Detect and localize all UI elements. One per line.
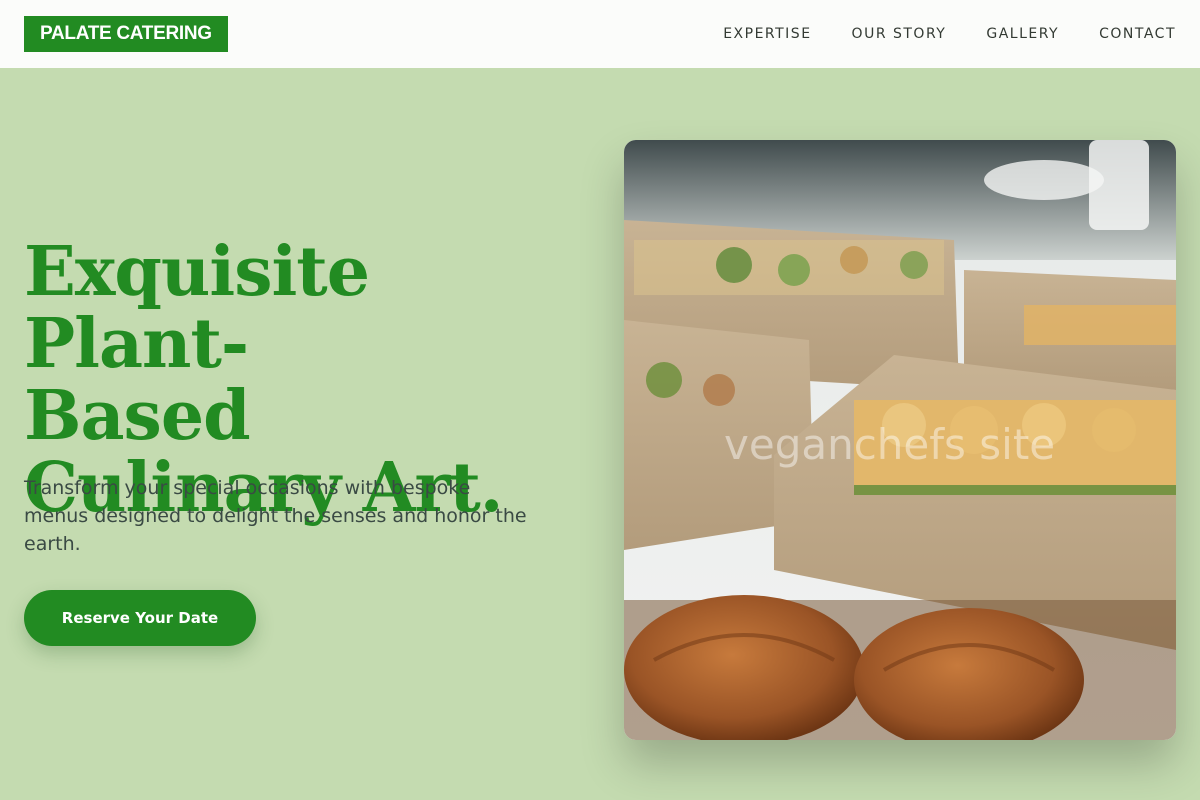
- top-navbar: PALATE CATERING EXPERTISE OUR STORY GALL…: [0, 0, 1200, 68]
- reserve-date-button[interactable]: Reserve Your Date: [24, 590, 256, 646]
- main-nav: EXPERTISE OUR STORY GALLERY CONTACT: [723, 26, 1176, 42]
- nav-link-gallery[interactable]: GALLERY: [986, 26, 1059, 42]
- hero-subtitle: Transform your special occasions with be…: [24, 477, 527, 555]
- nav-link-contact[interactable]: CONTACT: [1099, 26, 1176, 42]
- nav-link-expertise[interactable]: EXPERTISE: [723, 26, 811, 42]
- image-watermark: veganchefs site: [724, 420, 1056, 469]
- hero-food-image: veganchefs site: [624, 140, 1176, 740]
- hero-title-line-2: Based: [24, 376, 251, 456]
- nav-link-our-story[interactable]: OUR STORY: [852, 26, 947, 42]
- hero-title-line-1: Exquisite Plant-: [24, 232, 370, 384]
- brand-logo[interactable]: PALATE CATERING: [24, 16, 228, 52]
